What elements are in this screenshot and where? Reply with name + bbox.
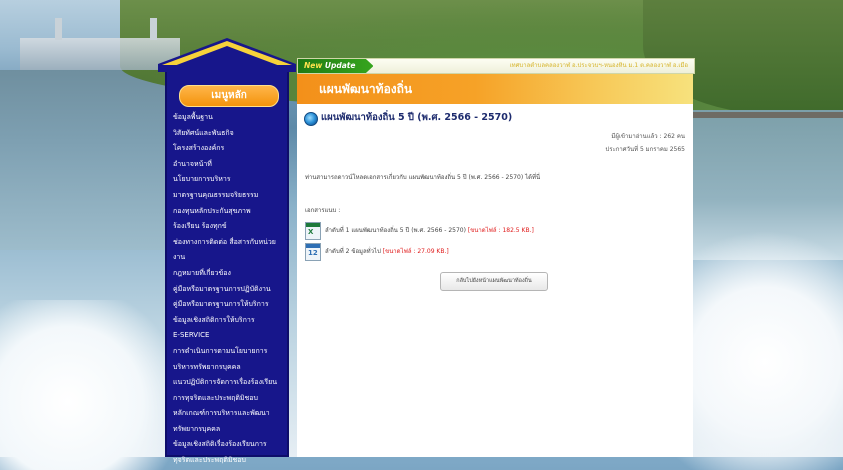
sidebar-menu: ข้อมูลพื้นฐาน วิสัยทัศน์และพันธกิจ โครงส… bbox=[173, 110, 287, 469]
file-size: [ขนาดไฟล์ : 27.09 KB.] bbox=[382, 248, 449, 255]
sidebar-item[interactable]: นโยบายการบริหาร bbox=[173, 172, 287, 188]
file-size: [ขนาดไฟล์ : 182.5 KB.] bbox=[467, 227, 534, 234]
sidebar-item[interactable]: คู่มือหรือมาตรฐานการปฏิบัติงาน bbox=[173, 282, 287, 298]
background-pier bbox=[693, 112, 843, 118]
content-panel: แผนพัฒนาท้องถิ่น 5 ปี (พ.ศ. 2566 - 2570)… bbox=[297, 104, 693, 457]
calendar-file-icon: 12 bbox=[305, 243, 321, 261]
post-stats: มีผู้เข้ามาอ่านแล้ว : 262 คน ประกาศวันที… bbox=[606, 130, 685, 156]
ticker-text[interactable]: เทศบาลตำบลคลองวาฬ อ.ประจวบฯ-หนองหิน ม.1 … bbox=[510, 59, 688, 73]
sidebar-roof bbox=[158, 38, 296, 72]
back-button[interactable]: กลับไปยังหน้าแผนพัฒนาท้องถิ่น bbox=[440, 272, 548, 291]
attachment-link[interactable]: ลำดับที่ 2 ข้อมูลทั่วไป [ขนาดไฟล์ : 27.0… bbox=[325, 246, 449, 256]
attachment-row[interactable]: 12 ลำดับที่ 2 ข้อมูลทั่วไป [ขนาดไฟล์ : 2… bbox=[305, 242, 685, 261]
background-chimney bbox=[150, 18, 157, 40]
sidebar-item[interactable]: การทุจริตและประพฤติมิชอบ bbox=[173, 391, 287, 407]
sidebar-item[interactable]: วิสัยทัศน์และพันธกิจ bbox=[173, 126, 287, 142]
new-label: New bbox=[304, 61, 323, 70]
background-sea bbox=[0, 70, 170, 250]
attachments-label: เอกสารแนบ : bbox=[305, 207, 341, 214]
news-ticker: New Update เทศบาลตำบลคลองวาฬ อ.ประจวบฯ-ห… bbox=[297, 58, 695, 74]
announce-date: ประกาศวันที่ 5 มกราคม 2565 bbox=[605, 146, 685, 153]
background-chimney bbox=[55, 18, 62, 40]
sidebar-item[interactable]: การดำเนินการตามนโยบายการ bbox=[173, 344, 287, 360]
update-label: Update bbox=[324, 61, 356, 70]
sidebar-item[interactable]: ทุจริตและประพฤติมิชอบ bbox=[173, 453, 287, 469]
sidebar-item[interactable]: คู่มือหรือมาตรฐานการให้บริการ bbox=[173, 297, 287, 313]
sidebar-item[interactable]: ทรัพยากรบุคคล bbox=[173, 422, 287, 438]
menu-header: เมนูหลัก bbox=[179, 85, 279, 107]
sidebar-item[interactable]: ร้องเรียน ร้องทุกข์ bbox=[173, 219, 287, 235]
globe-icon bbox=[304, 112, 318, 126]
excel-file-icon: X bbox=[305, 222, 321, 240]
sidebar-item[interactable]: อำนาจหน้าที่ bbox=[173, 157, 287, 173]
view-count: มีผู้เข้ามาอ่านแล้ว : 262 คน bbox=[611, 133, 685, 140]
sidebar-item[interactable]: โครงสร้างองค์กร bbox=[173, 141, 287, 157]
section-header: แผนพัฒนาท้องถิ่น bbox=[297, 74, 693, 104]
attachment-title: ลำดับที่ 1 แผนพัฒนาท้องถิ่น 5 ปี (พ.ศ. 2… bbox=[325, 227, 466, 234]
sidebar-item[interactable]: ข้อมูลพื้นฐาน bbox=[173, 110, 287, 126]
attachment-link[interactable]: ลำดับที่ 1 แผนพัฒนาท้องถิ่น 5 ปี (พ.ศ. 2… bbox=[325, 225, 534, 235]
new-update-badge: New Update bbox=[298, 59, 374, 73]
attachment-row[interactable]: X ลำดับที่ 1 แผนพัฒนาท้องถิ่น 5 ปี (พ.ศ.… bbox=[305, 221, 685, 240]
sidebar-item[interactable]: E-SERVICE bbox=[173, 328, 287, 344]
sidebar-item[interactable]: หลักเกณฑ์การบริหารและพัฒนา bbox=[173, 406, 287, 422]
sidebar-item[interactable]: งาน bbox=[173, 250, 287, 266]
background-factory bbox=[20, 38, 180, 70]
sidebar-item[interactable]: ข้อมูลเชิงสถิติการให้บริการ bbox=[173, 313, 287, 329]
sidebar-item[interactable]: กองทุนหลักประกันสุขภาพ bbox=[173, 204, 287, 220]
sidebar-item[interactable]: แนวปฏิบัติการจัดการเรื่องร้องเรียน bbox=[173, 375, 287, 391]
sidebar-item[interactable]: ช่องทางการติดต่อ สื่อสารกับหน่วย bbox=[173, 235, 287, 251]
section-title: แผนพัฒนาท้องถิ่น bbox=[319, 82, 413, 96]
sidebar-item[interactable]: บริหารทรัพยากรบุคคล bbox=[173, 360, 287, 376]
sidebar-item[interactable]: มาตรฐานคุณธรรมจริยธรรม bbox=[173, 188, 287, 204]
page-title: แผนพัฒนาท้องถิ่น 5 ปี (พ.ศ. 2566 - 2570) bbox=[321, 112, 513, 123]
attachment-title: ลำดับที่ 2 ข้อมูลทั่วไป bbox=[325, 248, 381, 255]
sidebar-item[interactable]: กฎหมายที่เกี่ยวข้อง bbox=[173, 266, 287, 282]
description: ท่านสามารถดาวน์โหลดเอกสารเกี่ยวกับ แผนพั… bbox=[305, 174, 541, 181]
sidebar-item[interactable]: ข้อมูลเชิงสถิติเรื่องร้องเรียนการ bbox=[173, 437, 287, 453]
